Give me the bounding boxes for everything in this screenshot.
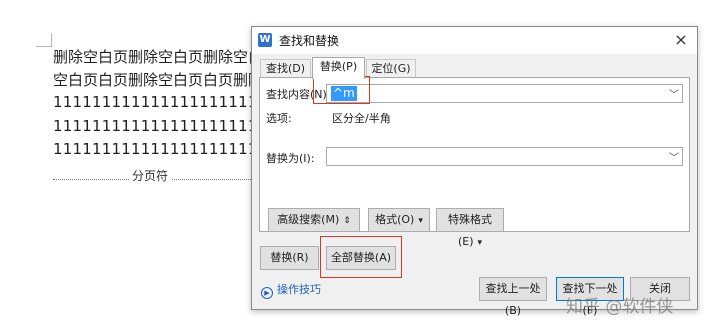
find-what-input[interactable]: ^m ﹀ [326, 84, 683, 103]
doc-line-5: 1111111111111111111111111111 [53, 140, 257, 158]
advanced-search-label: 高级搜索(M) [277, 213, 340, 226]
tab-goto[interactable]: 定位(G) [366, 59, 416, 78]
play-circle-icon: ▶ [261, 287, 273, 299]
advanced-search-button[interactable]: 高级搜索(M) ⇕ [268, 208, 360, 232]
replace-button[interactable]: 替换(R) [260, 246, 319, 270]
format-label: 格式(O) [375, 213, 415, 226]
page-break-label: 分页符 [129, 167, 172, 184]
chevron-down-icon[interactable]: ﹀ [669, 149, 679, 164]
page-corner-mark [36, 33, 52, 47]
watermark: 知乎 @软件侠 [566, 297, 674, 317]
close-icon[interactable]: × [671, 30, 691, 50]
page-break-marker: 分页符 ↵ [53, 167, 259, 184]
highlight-box-replace-all [320, 236, 402, 278]
highlight-box-find-value [313, 76, 370, 104]
tips-label[interactable]: 操作技巧 [277, 283, 321, 296]
special-format-button[interactable]: 特殊格式(E) ▾ [436, 208, 504, 248]
double-caret-icon: ⇕ [343, 216, 351, 226]
chevron-down-icon[interactable]: ﹀ [669, 86, 679, 101]
find-replace-dialog: W 查找和替换 × 查找(D) 替换(P) 定位(G) 查找内容(N): ^m … [251, 26, 698, 317]
doc-line-3: 1111111111111111111111111111 [53, 93, 257, 111]
doc-line-2: 空白页白页删除空白页白页删除空白页 [53, 71, 257, 89]
doc-line-1: 删除空白页删除空白页删除空白页 [53, 48, 257, 66]
replace-with-input[interactable]: ﹀ [326, 147, 683, 166]
tab-find[interactable]: 查找(D) [260, 59, 311, 78]
format-button[interactable]: 格式(O) ▾ [368, 208, 430, 232]
caret-down-icon: ▾ [418, 216, 423, 226]
tips-link[interactable]: ▶ 操作技巧 [261, 281, 321, 299]
options-value: 区分全/半角 [332, 112, 391, 125]
find-previous-button[interactable]: 查找上一处(B) [479, 277, 547, 317]
doc-line-4: 1111111111111111111111111111 [53, 117, 257, 135]
replace-with-label: 替换为(I): [266, 152, 315, 165]
special-format-label: 特殊格式(E) [448, 213, 492, 248]
options-label: 选项: [266, 112, 292, 125]
caret-down-icon: ▾ [477, 238, 483, 248]
tab-replace[interactable]: 替换(P) [312, 57, 365, 79]
wps-app-icon: W [258, 33, 272, 47]
dialog-titlebar: W 查找和替换 × [252, 27, 697, 54]
dialog-title: 查找和替换 [279, 34, 340, 48]
